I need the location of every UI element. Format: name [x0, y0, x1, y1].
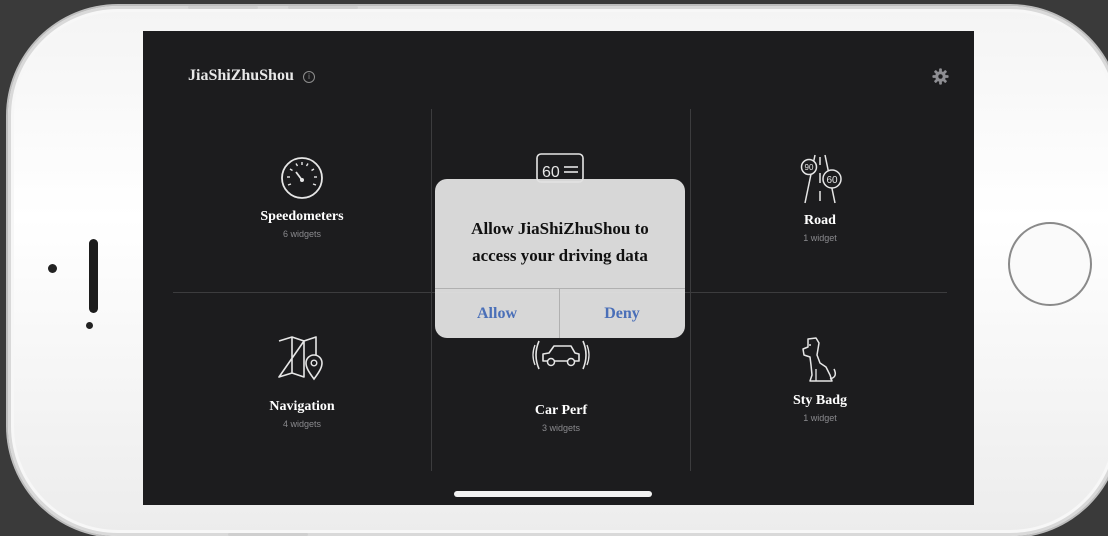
- deny-button[interactable]: Deny: [560, 289, 684, 338]
- app-title: JiaShiZhuShou: [188, 67, 294, 84]
- svg-text:60: 60: [826, 175, 838, 186]
- allow-button[interactable]: Allow: [435, 289, 559, 338]
- gear-icon[interactable]: [932, 68, 949, 85]
- app-screen: JiaShiZhuShou i Speedometers 6 widgets 6…: [143, 31, 974, 505]
- tile-widget-count: 4 widgets: [282, 419, 322, 429]
- permission-alert-dialog: Allow JiaShiZhuShou to access your drivi…: [435, 179, 685, 338]
- alert-message-line-2: access your driving data: [472, 246, 648, 265]
- tile-sty-badg[interactable]: Sty Badg 1 widget: [690, 335, 950, 423]
- tile-widget-count: 1 widget: [803, 233, 837, 243]
- alert-message: Allow JiaShiZhuShou to access your drivi…: [435, 215, 685, 269]
- home-button[interactable]: [1008, 222, 1092, 306]
- alert-message-line-1: Allow JiaShiZhuShou to: [471, 219, 649, 238]
- tile-widget-count: 1 widget: [803, 413, 837, 423]
- svg-text:90: 90: [805, 163, 814, 172]
- tile-label: Speedometers: [260, 209, 344, 224]
- speedometer-icon: [281, 157, 323, 199]
- tile-label: Car Perf: [534, 403, 588, 418]
- volume-down-button[interactable]: [288, 6, 358, 9]
- front-camera-dot: [48, 264, 57, 273]
- dog-icon: [802, 337, 837, 382]
- tile-label: Sty Badg: [792, 393, 848, 408]
- tile-widget-count: 6 widgets: [282, 229, 322, 239]
- earpiece-speaker: [89, 239, 98, 313]
- tile-label: Road: [804, 213, 836, 228]
- volume-up-button[interactable]: [188, 6, 258, 9]
- tile-navigation[interactable]: Navigation 4 widgets: [172, 335, 432, 429]
- tile-road[interactable]: 90 60 Road 1 widget: [690, 153, 950, 243]
- road-signs-icon: 90 60: [800, 154, 842, 204]
- tile-car-perf[interactable]: Car Perf 3 widgets: [431, 335, 691, 433]
- info-icon[interactable]: i: [303, 71, 315, 83]
- proximity-sensor-dot: [86, 322, 93, 329]
- car-performance-icon: [532, 340, 590, 370]
- map-pin-icon: [278, 336, 323, 381]
- tile-speedometers[interactable]: Speedometers 6 widgets: [172, 155, 432, 239]
- tile-label: Navigation: [269, 399, 335, 414]
- tile-widget-count: 3 widgets: [541, 423, 581, 433]
- home-indicator-bar[interactable]: [454, 491, 652, 497]
